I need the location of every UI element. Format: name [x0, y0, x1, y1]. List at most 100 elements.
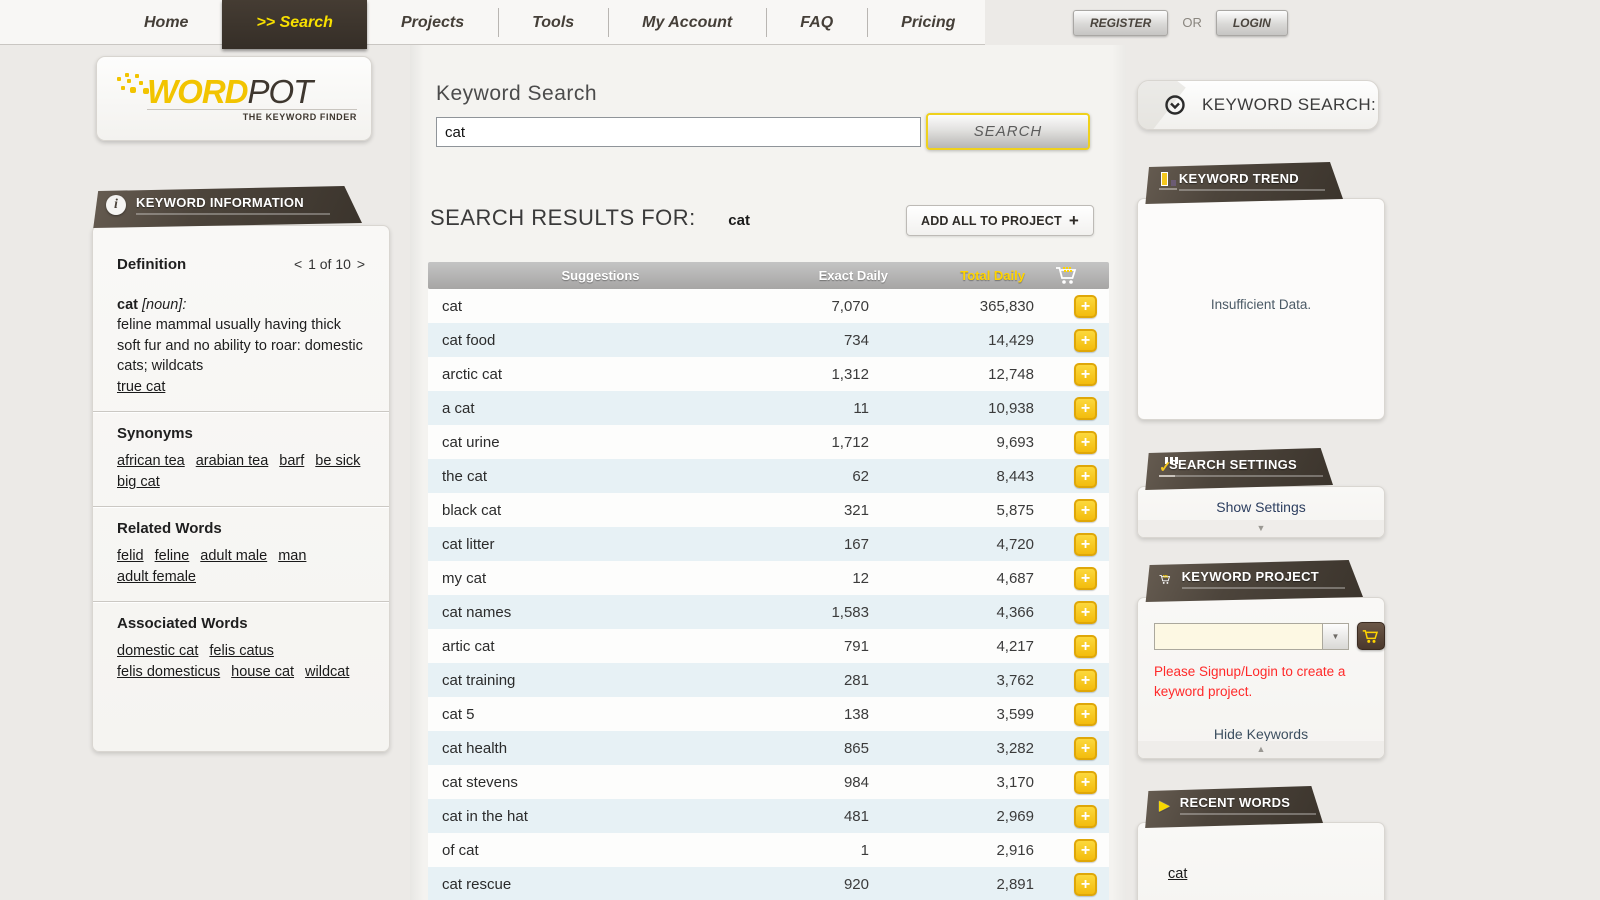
pager-prev-button[interactable]: < [292, 256, 304, 272]
pager-next-button[interactable]: > [355, 256, 367, 272]
plus-icon: + [1069, 212, 1079, 229]
add-to-project-button[interactable]: + [1074, 499, 1097, 522]
add-to-project-button[interactable]: + [1074, 839, 1097, 862]
word-link[interactable]: adult male [200, 546, 267, 567]
word-link[interactable]: barf [279, 451, 304, 472]
add-to-project-button[interactable]: + [1074, 771, 1097, 794]
add-to-project-button[interactable]: + [1074, 465, 1097, 488]
table-row: cat rescue9202,891+ [428, 867, 1109, 900]
add-to-project-button[interactable]: + [1074, 431, 1097, 454]
exact-daily-cell: 12 [689, 570, 869, 587]
suggestion-cell: my cat [442, 570, 689, 587]
table-row: of cat12,916+ [428, 833, 1109, 867]
search-button[interactable]: SEARCH [926, 113, 1090, 150]
word-link[interactable]: feline [155, 546, 190, 567]
nav-item-search[interactable]: >> Search [222, 0, 367, 49]
total-daily-cell: 14,429 [869, 332, 1034, 349]
word-link[interactable]: adult female [117, 567, 196, 588]
word-link[interactable]: man [278, 546, 306, 567]
nav-item-pricing[interactable]: Pricing [867, 0, 989, 45]
nav-item-projects[interactable]: Projects [367, 0, 498, 45]
add-to-project-button[interactable]: + [1074, 397, 1097, 420]
keyword-search-title: Keyword Search [436, 82, 597, 106]
add-to-project-button[interactable]: + [1074, 635, 1097, 658]
divider [93, 411, 389, 413]
chevron-down-circle-icon [1164, 94, 1186, 116]
table-row: cat training2813,762+ [428, 663, 1109, 697]
nav-item-faq[interactable]: FAQ [766, 0, 867, 45]
hide-keywords-link[interactable]: Hide Keywords [1138, 726, 1384, 742]
exact-daily-cell: 1,583 [689, 604, 869, 621]
logo-tagline: THE KEYWORD FINDER [147, 112, 357, 122]
column-suggestions: Suggestions [428, 268, 773, 283]
cart-icon [1025, 266, 1109, 285]
register-button[interactable]: REGISTER [1073, 10, 1168, 36]
total-daily-cell: 2,969 [869, 808, 1034, 825]
project-select[interactable] [1154, 623, 1322, 650]
word-link[interactable]: big cat [117, 472, 160, 493]
keyword-trend-panel: Insufficient Data. [1137, 198, 1385, 420]
project-controls: ▼ [1154, 622, 1385, 650]
recent-word-link[interactable]: cat [1168, 866, 1187, 882]
suggestion-cell: cat 5 [442, 706, 689, 723]
exact-daily-cell: 481 [689, 808, 869, 825]
search-settings-panel: Show Settings ▼ [1137, 486, 1385, 538]
suggestion-cell: cat [442, 298, 689, 315]
total-daily-cell: 2,916 [869, 842, 1034, 859]
table-row: cat urine1,7129,693+ [428, 425, 1109, 459]
search-input[interactable] [436, 117, 921, 147]
nav-item-tools[interactable]: Tools [498, 0, 608, 45]
suggestion-cell: cat food [442, 332, 689, 349]
word-link[interactable]: wildcat [305, 662, 349, 683]
nav-item-my-account[interactable]: My Account [608, 0, 766, 45]
word-link[interactable]: felis domesticus [117, 662, 220, 683]
wordpot-logo[interactable]: WORDPOT THE KEYWORD FINDER [96, 56, 372, 141]
trend-message: Insufficient Data. [1138, 297, 1384, 312]
word-link[interactable]: felid [117, 546, 144, 567]
word-link[interactable]: be sick [315, 451, 360, 472]
keyword-search-label: KEYWORD SEARCH: [1202, 95, 1376, 115]
add-to-project-button[interactable]: + [1074, 669, 1097, 692]
word-link[interactable]: domestic cat [117, 641, 198, 662]
suggestion-cell: cat urine [442, 434, 689, 451]
table-row: cat7,070365,830+ [428, 289, 1109, 323]
add-to-project-button[interactable]: + [1074, 295, 1097, 318]
search-settings-ribbon: ✓ SEARCH SETTINGS [1143, 448, 1333, 490]
show-settings-link[interactable]: Show Settings [1138, 499, 1384, 515]
definition-link[interactable]: true cat [117, 377, 165, 398]
total-daily-cell: 4,720 [869, 536, 1034, 553]
logo-speckles-icon [117, 77, 121, 81]
add-to-project-button[interactable]: + [1074, 363, 1097, 386]
settings-collapse-arrow[interactable]: ▼ [1138, 520, 1384, 537]
logo-wordmark: WORDPOT [147, 75, 357, 108]
word-link-list: felid feline adult male man adult female [117, 546, 377, 588]
suggestion-cell: arctic cat [442, 366, 689, 383]
info-section-related-words: Related Wordsfelidfelineadult malemanadu… [117, 506, 371, 588]
total-daily-cell: 4,217 [869, 638, 1034, 655]
word-link[interactable]: house cat [231, 662, 294, 683]
add-all-to-project-button[interactable]: ADD ALL TO PROJECT + [906, 205, 1094, 236]
nav-item-home[interactable]: Home [110, 0, 222, 45]
word-link[interactable]: arabian tea [196, 451, 269, 472]
add-to-project-button[interactable]: + [1074, 737, 1097, 760]
word-link[interactable]: african tea [117, 451, 185, 472]
exact-daily-cell: 791 [689, 638, 869, 655]
add-to-project-button[interactable]: + [1074, 805, 1097, 828]
project-collapse-arrow[interactable]: ▲ [1138, 741, 1384, 758]
project-select-dropdown-button[interactable]: ▼ [1322, 623, 1349, 650]
login-button[interactable]: LOGIN [1216, 10, 1288, 36]
suggestion-cell: cat litter [442, 536, 689, 553]
add-to-cart-button[interactable] [1357, 622, 1385, 650]
add-to-project-button[interactable]: + [1074, 703, 1097, 726]
pager-text: 1 of 10 [308, 256, 351, 272]
add-to-project-button[interactable]: + [1074, 329, 1097, 352]
add-to-project-button[interactable]: + [1074, 873, 1097, 896]
suggestion-cell: a cat [442, 400, 689, 417]
word-link[interactable]: felis catus [209, 641, 273, 662]
section-title: Synonyms [117, 425, 371, 442]
column-total-daily: Total Daily [888, 268, 1025, 283]
add-to-project-button[interactable]: + [1074, 533, 1097, 556]
add-to-project-button[interactable]: + [1074, 567, 1097, 590]
add-to-project-button[interactable]: + [1074, 601, 1097, 624]
keyword-project-ribbon: KEYWORD PROJECT [1143, 560, 1363, 602]
